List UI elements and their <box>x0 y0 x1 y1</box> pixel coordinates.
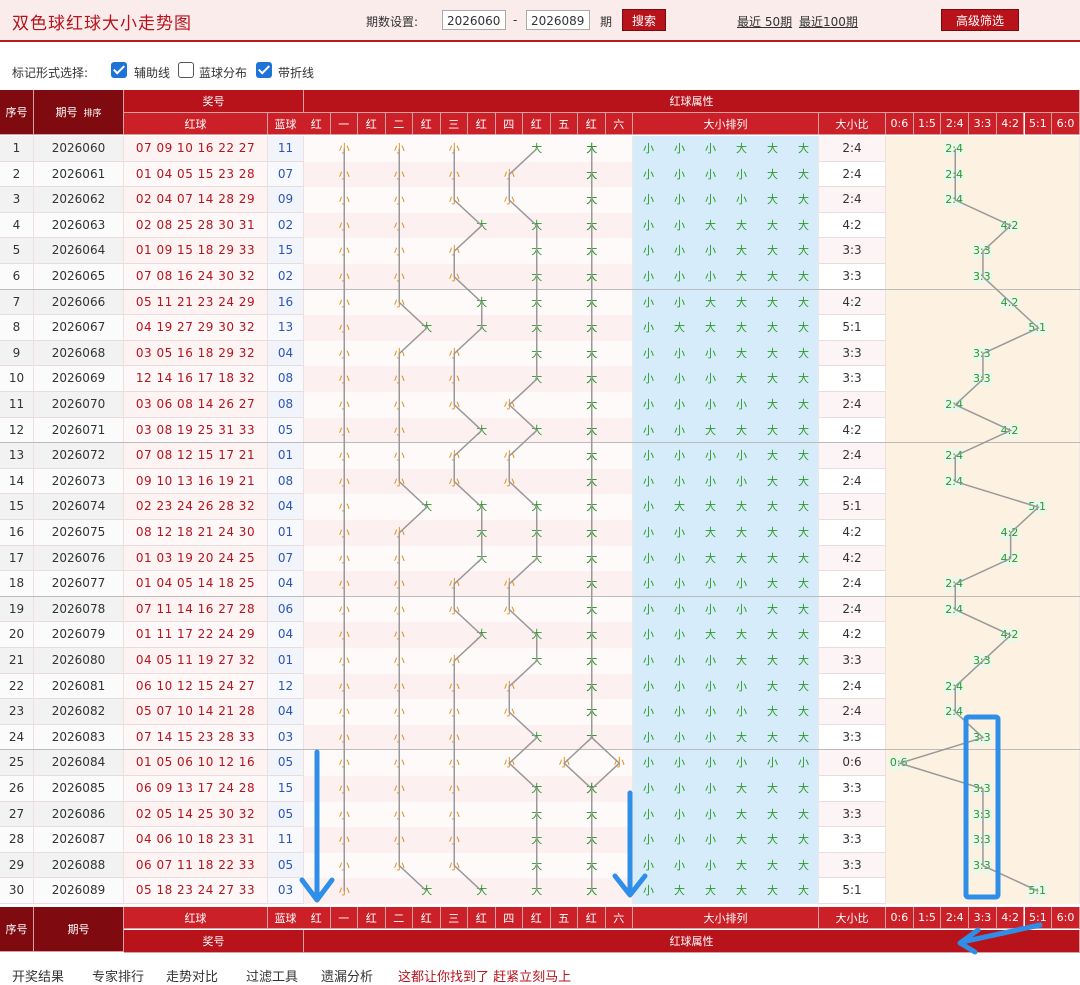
annotation-overlay <box>299 714 1043 955</box>
annotation-highlight-box <box>963 714 1001 900</box>
